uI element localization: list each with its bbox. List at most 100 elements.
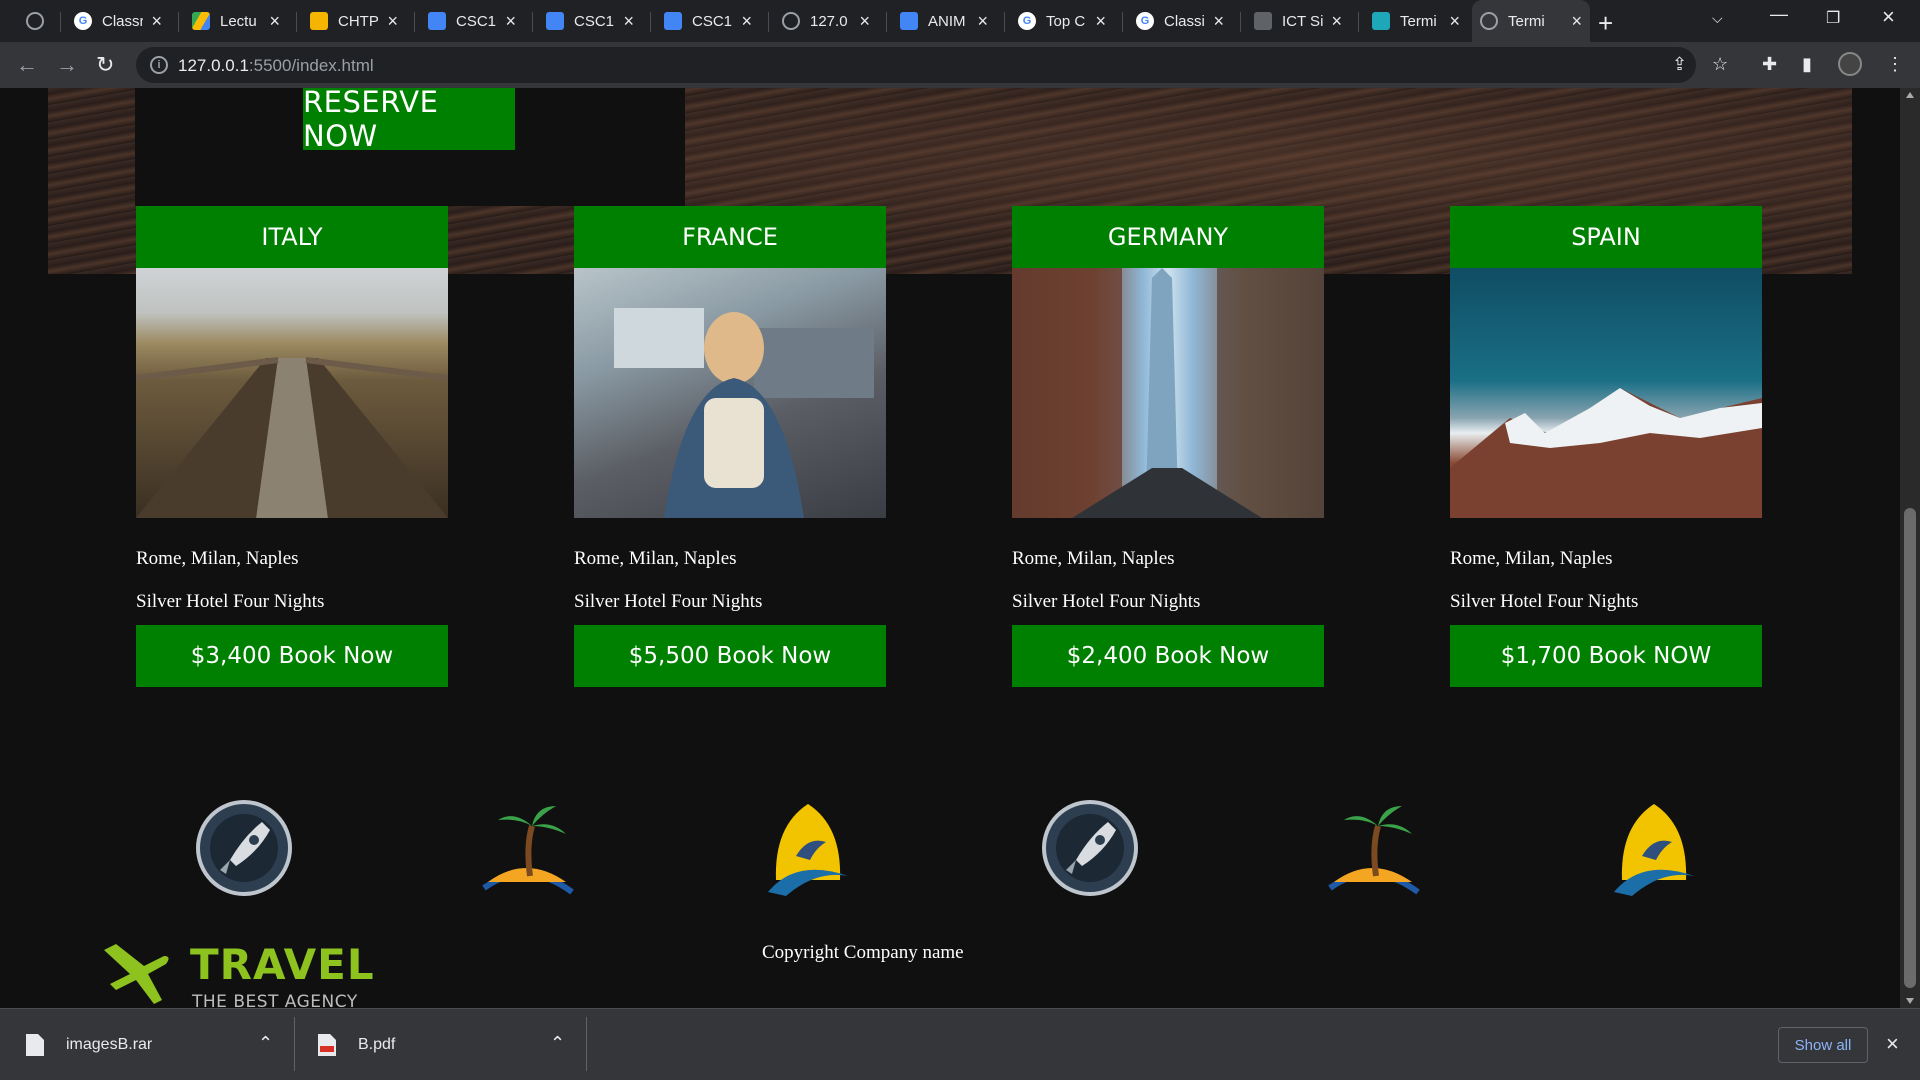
close-icon[interactable]: × xyxy=(741,11,752,32)
close-icon[interactable]: × xyxy=(859,11,870,32)
close-icon[interactable]: × xyxy=(1331,11,1342,32)
profile-avatar[interactable] xyxy=(1838,52,1862,76)
chevron-up-icon[interactable]: ⌃ xyxy=(550,1033,565,1054)
palm-island-logo xyxy=(482,806,574,895)
book-now-button[interactable]: $5,500 Book Now xyxy=(574,625,886,687)
tab-4[interactable]: CSC1( × xyxy=(420,6,524,36)
download-item[interactable]: imagesB.rar xyxy=(26,1027,152,1063)
card-hotel: Silver Hotel Four Nights xyxy=(1012,591,1201,612)
address-bar[interactable]: i 127.0.0.1:5500/index.html xyxy=(136,47,1696,83)
close-icon[interactable]: × xyxy=(1449,11,1460,32)
close-icon[interactable]: × xyxy=(1571,11,1582,32)
page-scrollbar[interactable] xyxy=(1900,88,1920,1008)
tab-title: Termi xyxy=(1400,12,1437,30)
classroom-icon xyxy=(1254,12,1272,30)
tab-title: CHTP xyxy=(338,12,379,30)
tab-7[interactable]: 127.0 × xyxy=(774,6,878,36)
brand-word: TRAVEL xyxy=(190,940,375,989)
globe-icon xyxy=(26,12,44,30)
tab-12[interactable]: Termi × xyxy=(1364,6,1468,36)
close-icon[interactable]: × xyxy=(623,11,634,32)
close-icon[interactable]: × xyxy=(1213,11,1224,32)
page-viewport: RESERVE NOW ITALY Rome, Milan, Naples Si… xyxy=(0,88,1900,1008)
download-shelf: imagesB.rar ⌃ B.pdf ⌃ Show all × xyxy=(0,1008,1920,1080)
scroll-up-arrow-icon[interactable] xyxy=(1906,92,1914,98)
extensions-puzzle-icon[interactable]: ✚ xyxy=(1762,54,1777,75)
browser-toolbar: ← → ↻ i 127.0.0.1:5500/index.html ⇪ ☆ ✚ … xyxy=(0,42,1920,88)
share-icon[interactable]: ⇪ xyxy=(1672,54,1687,75)
minimize-button[interactable]: — xyxy=(1770,4,1788,25)
tab-title: Termi xyxy=(1508,12,1545,30)
tab-8[interactable]: ANIM × xyxy=(892,6,996,36)
file-icon xyxy=(26,1034,44,1056)
card-image-mountains xyxy=(1450,268,1762,518)
card-image-street-traveler xyxy=(574,268,886,518)
tab-5[interactable]: CSC1( × xyxy=(538,6,642,36)
tab-title: Classr xyxy=(102,12,144,30)
book-now-button[interactable]: $1,700 Book NOW xyxy=(1450,625,1762,687)
tab-title: Classi xyxy=(1164,12,1205,30)
dolphin-wave-logo xyxy=(1614,804,1694,896)
copyright-text: Copyright Company name xyxy=(762,942,964,963)
rocket-badge-logo xyxy=(196,800,292,896)
reserve-now-button[interactable]: RESERVE NOW xyxy=(303,88,515,153)
close-icon[interactable]: × xyxy=(387,11,398,32)
download-item[interactable]: B.pdf xyxy=(318,1027,395,1063)
reload-button[interactable]: ↻ xyxy=(96,52,114,78)
globe-icon xyxy=(782,12,800,30)
tab-11[interactable]: ICT Si × xyxy=(1246,6,1350,36)
docs-icon xyxy=(546,12,564,30)
tab-3[interactable]: CHTP × xyxy=(302,6,406,36)
site-info-icon[interactable]: i xyxy=(150,56,168,74)
close-icon[interactable]: × xyxy=(151,11,162,32)
tab-title: Lectu xyxy=(220,12,257,30)
google-icon: G xyxy=(74,12,92,30)
tab-title: ANIM xyxy=(928,12,966,30)
card-cities: Rome, Milan, Naples xyxy=(136,548,299,569)
restore-button[interactable]: ❐ xyxy=(1826,8,1840,28)
destination-card-germany: GERMANY Rome, Milan, Naples Silver Hotel… xyxy=(1012,206,1324,687)
rocket-badge-logo xyxy=(1042,800,1138,896)
tab-9[interactable]: G Top C × xyxy=(1010,6,1114,36)
card-title: SPAIN xyxy=(1450,206,1762,268)
scroll-down-arrow-icon[interactable] xyxy=(1906,998,1914,1004)
tab-search-chevron-icon[interactable]: ⌵ xyxy=(1712,10,1723,27)
close-icon[interactable]: × xyxy=(1095,11,1106,32)
forward-button[interactable]: → xyxy=(56,52,78,78)
docs-icon xyxy=(900,12,918,30)
tab-13-active[interactable]: Termi × xyxy=(1472,0,1590,42)
globe-icon xyxy=(1480,12,1498,30)
google-icon: G xyxy=(1136,12,1154,30)
menu-kebab-icon[interactable]: ⋮ xyxy=(1886,54,1904,75)
tab-0[interactable] xyxy=(18,6,54,36)
window-close-button[interactable]: × xyxy=(1882,4,1895,30)
tab-1[interactable]: G Classr × xyxy=(66,6,170,36)
close-icon[interactable]: × xyxy=(269,11,280,32)
book-now-button[interactable]: $2,400 Book Now xyxy=(1012,625,1324,687)
chevron-up-icon[interactable]: ⌃ xyxy=(258,1033,273,1054)
card-cities: Rome, Milan, Naples xyxy=(574,548,737,569)
back-button[interactable]: ← xyxy=(16,52,38,78)
side-panel-icon[interactable]: ▮ xyxy=(1802,54,1812,75)
close-icon[interactable]: × xyxy=(977,11,988,32)
close-icon[interactable]: × xyxy=(1886,1031,1899,1057)
tab-10[interactable]: G Classi × xyxy=(1128,6,1232,36)
card-hotel: Silver Hotel Four Nights xyxy=(574,591,763,612)
card-cities: Rome, Milan, Naples xyxy=(1450,548,1613,569)
book-now-button[interactable]: $3,400 Book Now xyxy=(136,625,448,687)
tab-6[interactable]: CSC1( × xyxy=(656,6,760,36)
card-hotel: Silver Hotel Four Nights xyxy=(136,591,325,612)
bookmark-star-icon[interactable]: ☆ xyxy=(1712,54,1728,75)
tab-title: 127.0 xyxy=(810,12,848,30)
new-tab-button[interactable]: + xyxy=(1598,8,1613,39)
show-all-button[interactable]: Show all xyxy=(1778,1027,1868,1063)
airplane-icon xyxy=(104,944,169,1004)
close-icon[interactable]: × xyxy=(505,11,516,32)
destination-card-france: FRANCE Rome, Milan, Naples Silver Hotel … xyxy=(574,206,886,687)
destination-card-spain: SPAIN Rome, Milan, Naples Silver Hotel F… xyxy=(1450,206,1762,687)
dolphin-wave-logo xyxy=(768,804,848,896)
drive-icon xyxy=(192,12,210,30)
tab-2[interactable]: Lectu × xyxy=(184,6,288,36)
scroll-thumb[interactable] xyxy=(1904,508,1916,988)
destination-card-italy: ITALY Rome, Milan, Naples Silver Hotel F… xyxy=(136,206,448,687)
